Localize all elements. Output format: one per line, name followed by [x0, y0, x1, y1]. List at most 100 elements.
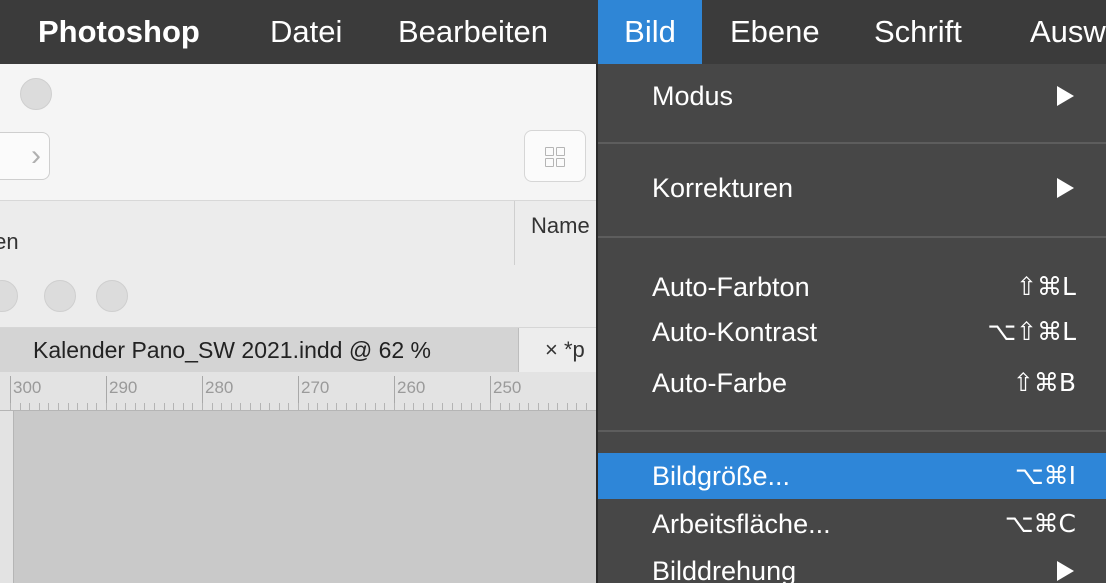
ruler-minor-tick: [298, 403, 299, 410]
ruler-minor-tick: [356, 403, 357, 410]
column-divider: [514, 201, 515, 265]
ruler-minor-tick: [548, 403, 549, 410]
menu-item-modus[interactable]: Modus: [598, 73, 1106, 119]
menu-ebene[interactable]: Ebene: [730, 0, 820, 64]
ruler-minor-tick: [10, 403, 11, 410]
ruler-minor-tick: [576, 403, 577, 410]
column-header-name[interactable]: Name: [531, 213, 590, 239]
menu-auswahl[interactable]: Ausw: [1030, 0, 1106, 64]
menu-item-arbeitsflaeche[interactable]: Arbeitsfläche... ⌥⌘C: [598, 501, 1106, 547]
forward-button[interactable]: ›: [0, 132, 50, 180]
ruler-minor-tick: [480, 403, 481, 410]
ruler-minor-tick: [432, 403, 433, 410]
ruler-label: 290: [109, 378, 138, 397]
ruler-minor-tick: [557, 403, 558, 410]
menu-item-label: Bildgröße...: [652, 461, 791, 491]
ruler-minor-tick: [77, 403, 78, 410]
menu-schrift[interactable]: Schrift: [874, 0, 962, 64]
menu-item-shortcut: ⇧⌘B: [1012, 368, 1076, 397]
menu-item-shortcut: ⌥⌘C: [1004, 509, 1076, 538]
document-tab-bar: Kalender Pano_SW 2021.indd @ 62 % × *p: [0, 328, 600, 372]
ruler-minor-tick: [183, 403, 184, 410]
column-header: ten Name: [0, 200, 600, 266]
menu-item-bildgroesse[interactable]: Bildgröße... ⌥⌘I: [598, 453, 1106, 499]
ruler-minor-tick: [519, 403, 520, 410]
menu-item-bilddrehung[interactable]: Bilddrehung: [598, 548, 1106, 583]
ruler-minor-tick: [288, 403, 289, 410]
menu-separator: [598, 142, 1106, 144]
ruler-minor-tick: [423, 403, 424, 410]
ruler-minor-tick: [404, 403, 405, 410]
minimize-window-button[interactable]: [44, 280, 76, 312]
ruler-minor-tick: [567, 403, 568, 410]
ruler-minor-tick: [452, 403, 453, 410]
menu-item-label: Korrekturen: [652, 173, 794, 203]
ruler-minor-tick: [116, 403, 117, 410]
ruler-label: 270: [301, 378, 330, 397]
ruler-minor-tick: [490, 403, 491, 410]
ruler-minor-tick: [260, 403, 261, 410]
ruler-minor-tick: [135, 403, 136, 410]
ruler-minor-tick: [384, 403, 385, 410]
ruler-minor-tick: [221, 403, 222, 410]
horizontal-ruler[interactable]: 300 290 280 270 260 250: [0, 372, 600, 411]
ruler-label: 260: [397, 378, 426, 397]
ruler-minor-tick: [106, 403, 107, 410]
document-tab-2[interactable]: × *p: [518, 328, 600, 372]
chevron-right-icon: ›: [31, 139, 41, 172]
ruler-minor-tick: [528, 403, 529, 410]
ruler-label: 250: [493, 378, 522, 397]
ruler-minor-tick: [20, 403, 21, 410]
menu-item-auto-kontrast[interactable]: Auto-Kontrast ⌥⇧⌘L: [598, 309, 1106, 355]
menu-item-label: Auto-Kontrast: [652, 317, 818, 347]
ruler-minor-tick: [317, 403, 318, 410]
ruler-minor-tick: [394, 403, 395, 410]
menu-item-label: Modus: [652, 81, 734, 111]
menu-item-label: Auto-Farbe: [652, 368, 788, 398]
menu-bild[interactable]: Bild: [598, 0, 702, 64]
ruler-minor-tick: [250, 403, 251, 410]
ruler-minor-tick: [442, 403, 443, 410]
ruler-minor-tick: [202, 403, 203, 410]
menu-datei[interactable]: Datei: [270, 0, 342, 64]
ruler-label: 300: [13, 378, 42, 397]
zoom-window-button[interactable]: [96, 280, 128, 312]
ruler-minor-tick: [231, 403, 232, 410]
ruler-minor-tick: [125, 403, 126, 410]
grid-view-button[interactable]: [524, 130, 586, 182]
close-window-button[interactable]: [0, 280, 18, 312]
ruler-minor-tick: [164, 403, 165, 410]
menu-item-shortcut: ⇧⌘L: [1016, 272, 1076, 301]
menu-item-label: Arbeitsfläche...: [652, 509, 831, 539]
submenu-arrow-icon: [1057, 178, 1074, 198]
ruler-label: 280: [205, 378, 234, 397]
column-header-left[interactable]: ten: [0, 229, 19, 255]
menu-item-auto-farbe[interactable]: Auto-Farbe ⇧⌘B: [598, 360, 1106, 406]
submenu-arrow-icon: [1057, 86, 1074, 106]
ruler-minor-tick: [48, 403, 49, 410]
ruler-minor-tick: [509, 403, 510, 410]
window-control-button[interactable]: [20, 78, 52, 110]
menu-bearbeiten[interactable]: Bearbeiten: [398, 0, 548, 64]
vertical-ruler[interactable]: [0, 411, 14, 583]
ruler-minor-tick: [279, 403, 280, 410]
document-canvas[interactable]: [14, 411, 600, 583]
menu-item-shortcut: ⌥⌘I: [1014, 461, 1076, 490]
submenu-arrow-icon: [1057, 561, 1074, 581]
menu-item-auto-farbton[interactable]: Auto-Farbton ⇧⌘L: [598, 264, 1106, 310]
ruler-minor-tick: [240, 403, 241, 410]
ruler-minor-tick: [96, 403, 97, 410]
ruler-minor-tick: [365, 403, 366, 410]
menu-separator: [598, 236, 1106, 238]
ruler-minor-tick: [471, 403, 472, 410]
menu-item-korrekturen[interactable]: Korrekturen: [598, 165, 1106, 211]
document-tab[interactable]: Kalender Pano_SW 2021.indd @ 62 %: [0, 328, 518, 372]
ruler-minor-tick: [346, 403, 347, 410]
browser-panel: ›: [0, 64, 600, 200]
menu-photoshop[interactable]: Photoshop: [38, 0, 200, 64]
ruler-minor-tick: [413, 403, 414, 410]
menu-item-label: Auto-Farbton: [652, 272, 810, 302]
menu-separator: [598, 430, 1106, 432]
document-titlebar: [0, 265, 600, 328]
ruler-minor-tick: [144, 403, 145, 410]
